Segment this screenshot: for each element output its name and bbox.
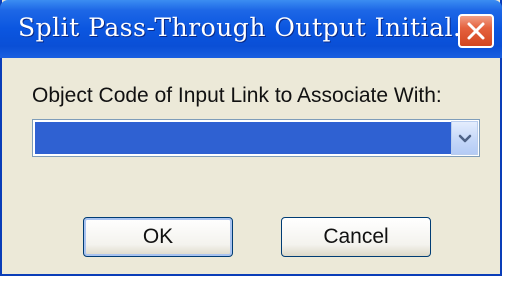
- dropdown-button[interactable]: [451, 121, 478, 155]
- title-bar[interactable]: Split Pass-Through Output Initial...: [0, 0, 502, 58]
- input-link-select[interactable]: [32, 119, 480, 157]
- dialog-window: Split Pass-Through Output Initial... Obj…: [0, 0, 502, 276]
- close-button[interactable]: [458, 14, 494, 48]
- ok-button[interactable]: OK: [83, 217, 233, 257]
- input-link-label: Object Code of Input Link to Associate W…: [32, 84, 442, 107]
- select-selected-value[interactable]: [35, 122, 451, 154]
- window-title: Split Pass-Through Output Initial...: [18, 13, 479, 42]
- cancel-button[interactable]: Cancel: [281, 217, 431, 257]
- close-icon: [466, 21, 486, 41]
- chevron-down-icon: [458, 129, 472, 148]
